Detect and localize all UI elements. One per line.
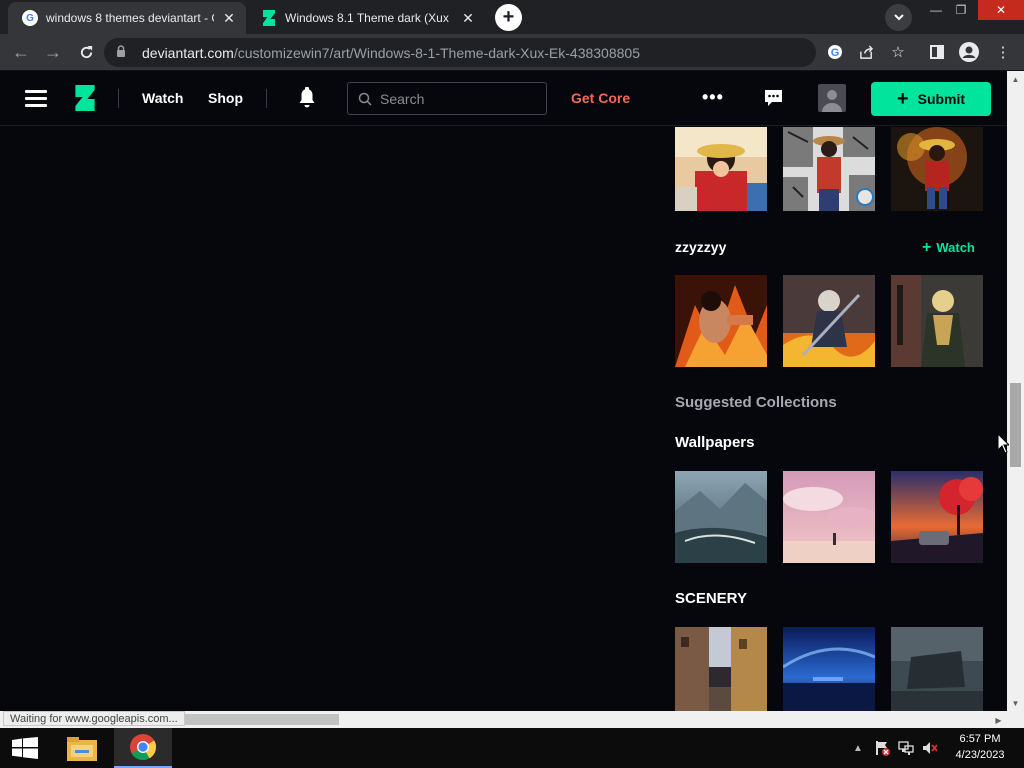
windows-start-icon[interactable] — [12, 737, 38, 759]
google-icon: G — [22, 10, 38, 26]
deviantart-logo[interactable] — [73, 85, 97, 111]
chrome-icon — [130, 734, 157, 761]
thumbnail-image[interactable] — [891, 275, 983, 367]
clock-time: 6:57 PM — [959, 733, 1001, 745]
tab-deviantart[interactable]: Windows 8.1 Theme dark (Xux Ek ✕ — [247, 2, 485, 34]
thumbnail-image[interactable] — [675, 127, 767, 211]
search-box[interactable] — [347, 82, 547, 115]
watch-user-button[interactable]: + Watch — [922, 239, 975, 257]
bell-icon[interactable] — [297, 87, 317, 109]
avatar[interactable] — [818, 84, 846, 112]
new-tab-button[interactable]: + — [495, 4, 522, 31]
suggested-collections-heading: Suggested Collections — [675, 394, 837, 411]
lock-icon — [116, 45, 132, 60]
more-menu-icon[interactable]: ••• — [702, 87, 724, 107]
svg-text:G: G — [831, 47, 840, 59]
tab-search-button[interactable] — [885, 4, 912, 31]
scroll-down-arrow[interactable]: ▼ — [1007, 695, 1024, 711]
plus-icon: + — [922, 239, 932, 256]
thumbnail-image[interactable] — [783, 127, 875, 211]
divider — [266, 89, 267, 108]
thumbnail-image[interactable] — [675, 627, 767, 711]
browser-tab-strip: G windows 8 themes deviantart - G ✕ Wind… — [0, 0, 1024, 34]
side-panel-icon[interactable] — [924, 39, 950, 65]
thumbnail-image[interactable] — [783, 471, 875, 563]
submit-label: Submit — [917, 91, 966, 107]
profile-icon[interactable] — [956, 39, 982, 65]
thumbnail-image[interactable] — [891, 471, 983, 563]
username-label[interactable]: zzyzzyy — [675, 239, 726, 255]
tab-title: Windows 8.1 Theme dark (Xux Ek — [285, 11, 453, 25]
chevron-down-icon — [893, 14, 904, 21]
collection-title[interactable]: Wallpapers — [675, 434, 754, 451]
thumbnail-image[interactable] — [675, 275, 767, 367]
folder-icon — [67, 737, 97, 761]
url-host: deviantart.com — [142, 44, 234, 61]
thumbnail-image[interactable] — [783, 627, 875, 711]
thumbnail-image[interactable] — [891, 127, 983, 211]
status-bubble: Waiting for www.googleapis.com... — [3, 711, 185, 726]
search-input[interactable] — [380, 90, 530, 107]
windows-taskbar: ▲ 6:57 PM 4/23/2023 — [0, 728, 1024, 768]
screen: G windows 8 themes deviantart - G ✕ Wind… — [0, 0, 1024, 768]
deviantart-icon — [261, 10, 277, 26]
browser-toolbar: ← → deviantart.com/customizewin7/art/Win… — [0, 34, 1024, 71]
taskbar-clock[interactable]: 6:57 PM 4/23/2023 — [948, 731, 1012, 763]
scroll-up-arrow[interactable]: ▲ — [1007, 71, 1024, 87]
forward-button[interactable]: → — [40, 39, 66, 65]
nav-watch-link[interactable]: Watch — [142, 88, 183, 108]
mouse-pointer-icon — [997, 433, 1009, 454]
thumbnail-image[interactable] — [891, 627, 983, 711]
plus-icon: + — [896, 88, 909, 110]
nav-shop-link[interactable]: Shop — [208, 88, 243, 108]
scroll-right-arrow[interactable]: ▶ — [990, 712, 1007, 728]
clock-date: 4/23/2023 — [955, 749, 1005, 761]
bookmark-star-icon[interactable]: ☆ — [885, 39, 911, 65]
reload-icon — [80, 45, 92, 58]
scrollbar-thumb[interactable] — [1010, 383, 1021, 467]
chat-icon[interactable] — [764, 89, 783, 107]
network-icon[interactable] — [898, 740, 914, 756]
chrome-taskbar-button[interactable] — [114, 728, 172, 768]
tab-google-search[interactable]: G windows 8 themes deviantart - G ✕ — [8, 2, 246, 34]
collection-title[interactable]: SCENERY — [675, 590, 747, 607]
watch-label: Watch — [936, 240, 975, 255]
speaker-muted-icon[interactable] — [922, 740, 938, 756]
get-core-link[interactable]: Get Core — [571, 88, 630, 108]
address-bar[interactable]: deviantart.com/customizewin7/art/Windows… — [104, 38, 816, 67]
tab-title: windows 8 themes deviantart - G — [46, 11, 214, 25]
action-center-flag-icon[interactable] — [874, 740, 890, 756]
divider — [118, 89, 119, 108]
close-tab-icon[interactable]: ✕ — [220, 9, 238, 27]
submit-button[interactable]: + Submit — [871, 82, 991, 116]
back-button[interactable]: ← — [8, 39, 34, 65]
share-icon[interactable] — [853, 39, 879, 65]
close-window-button[interactable]: ✕ — [978, 0, 1024, 20]
site-header: Watch Shop Get Core ••• + Submit — [0, 71, 1007, 126]
close-tab-icon[interactable]: ✕ — [459, 9, 477, 27]
google-lens-icon[interactable]: G — [822, 39, 848, 65]
search-icon — [358, 92, 372, 106]
url-path: /customizewin7/art/Windows-8-1-Theme-dar… — [233, 44, 640, 61]
vertical-scrollbar[interactable]: ▲ ▼ — [1007, 71, 1024, 711]
file-explorer-taskbar-button[interactable] — [53, 728, 111, 768]
thumbnail-image[interactable] — [675, 471, 767, 563]
restore-button[interactable]: ❐ — [944, 0, 978, 20]
hamburger-menu-icon[interactable] — [25, 90, 47, 107]
show-hidden-icons-icon[interactable]: ▲ — [850, 740, 866, 756]
scrollbar-corner — [1007, 711, 1024, 728]
thumbnail-image[interactable] — [783, 275, 875, 367]
reload-button[interactable] — [73, 39, 99, 65]
kebab-menu-icon[interactable]: ⋮ — [990, 39, 1016, 65]
